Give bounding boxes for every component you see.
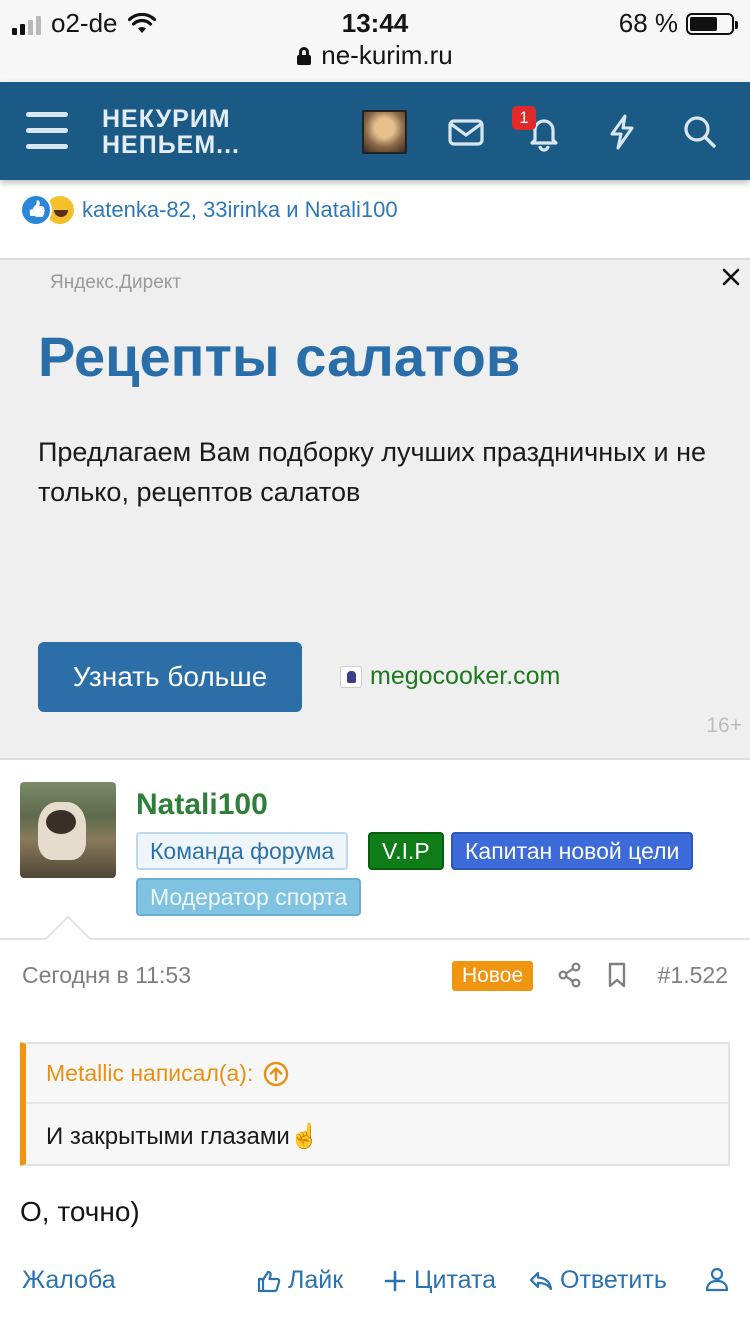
like-icon	[20, 194, 52, 226]
badge-team: Команда форума	[136, 832, 349, 870]
page: o2-de 13:44 68 % ne-kurim.ru НЕКУРИМ НЕП…	[0, 0, 750, 1334]
quote-text: И закрытыми глазами☝️	[46, 1123, 320, 1150]
quote-button[interactable]: Цитата	[382, 1266, 496, 1295]
quote-header[interactable]: Metallic написал(а):	[46, 1060, 289, 1087]
reply-icon	[529, 1271, 553, 1290]
quote-separator	[26, 1102, 728, 1104]
battery-percent: 68 %	[618, 8, 678, 38]
status-right: 68 %	[618, 8, 738, 39]
bookmark-icon[interactable]	[606, 962, 628, 988]
like-button[interactable]: Лайк	[256, 1266, 343, 1295]
reactions-bar[interactable]: katenka-82, 33irinka и Natali100	[20, 192, 398, 228]
badge-captain: Капитан новой цели	[451, 832, 694, 870]
badge-moderator: Модератор спорта	[136, 878, 362, 916]
ad-text: Предлагаем Вам подборку лучших празднич­…	[38, 437, 707, 507]
quote-block: Metallic написал(а): И закрытыми глазами…	[20, 1042, 730, 1166]
logo-line-2: НЕПЬЕМ...	[102, 131, 241, 159]
reply-button[interactable]: Ответить	[528, 1266, 667, 1295]
post-actions: Жалоба Лайк Цитата Ответить	[0, 1262, 750, 1302]
address-bar[interactable]: ne-kurim.ru	[0, 40, 750, 71]
menu-icon[interactable]	[26, 112, 68, 150]
battery-icon	[686, 12, 738, 35]
ad-source-label: Яндекс.Директ	[50, 272, 182, 293]
status-bar: o2-de 13:44 68 % ne-kurim.ru	[0, 0, 750, 82]
thumbs-up-icon	[257, 1270, 281, 1292]
quote-author[interactable]: Metallic написал(а):	[46, 1060, 253, 1087]
plus-icon	[384, 1270, 406, 1291]
site-header: НЕКУРИМ НЕПЬЕМ...	[0, 82, 750, 180]
reply-label: Ответить	[560, 1266, 667, 1294]
post-pointer	[45, 915, 91, 961]
post-divider	[0, 938, 750, 940]
report-label: Жалоба	[22, 1266, 116, 1294]
mail-icon[interactable]	[446, 112, 486, 152]
post-timestamp[interactable]: Сегодня в 11:53	[22, 962, 191, 989]
site-favicon-icon	[340, 665, 362, 688]
lightning-icon[interactable]	[602, 112, 642, 152]
share-icon[interactable]	[558, 962, 582, 988]
user-avatar-thumbnail[interactable]	[362, 110, 407, 154]
learn-more-button[interactable]: Узнать больше	[38, 642, 302, 712]
post-number[interactable]: #1.522	[658, 962, 728, 989]
author-avatar[interactable]	[20, 782, 116, 878]
url-text: ne-kurim.ru	[321, 40, 453, 70]
user-menu-button[interactable]	[704, 1266, 730, 1292]
ad-block[interactable]: Яндекс.Директ Рецепты салатов Предлагаем…	[0, 258, 750, 760]
site-logo[interactable]: НЕКУРИМ НЕПЬЕМ...	[102, 106, 240, 158]
ad-title[interactable]: Рецепты салатов	[38, 324, 520, 389]
new-badge: Новое	[452, 961, 534, 991]
search-icon[interactable]	[680, 112, 720, 152]
ad-site-link[interactable]: megocooker.com	[340, 662, 560, 691]
author-username[interactable]: Natali100	[136, 788, 268, 822]
quote-label: Цитата	[414, 1266, 497, 1294]
notifications-badge: 1	[512, 106, 536, 130]
age-rating: 16+	[706, 714, 742, 737]
arrow-up-circle-icon[interactable]	[263, 1061, 289, 1087]
user-icon	[705, 1267, 729, 1292]
lock-icon	[297, 46, 312, 65]
reaction-users[interactable]: katenka-82, 33irinka и Natali100	[82, 197, 398, 223]
close-icon[interactable]	[720, 266, 742, 288]
like-label: Лайк	[288, 1266, 344, 1294]
report-button[interactable]: Жалоба	[22, 1266, 116, 1295]
ad-site-label: megocooker.com	[370, 662, 561, 690]
post-body: О, точно)	[20, 1196, 140, 1227]
badge-vip: V.I.P	[368, 832, 444, 870]
logo-line-1: НЕКУРИМ	[102, 105, 231, 133]
